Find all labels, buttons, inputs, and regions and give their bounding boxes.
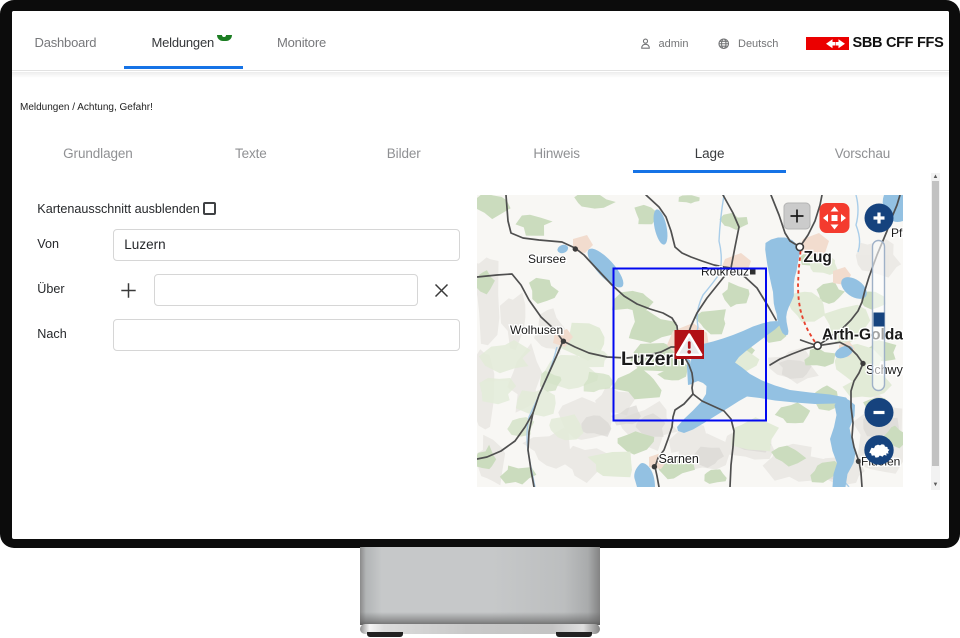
svg-text:Pfäffikon: Pfäffikon bbox=[891, 226, 903, 240]
svg-text:Rotkreuz: Rotkreuz bbox=[701, 265, 749, 279]
svg-text:Sarnen: Sarnen bbox=[659, 452, 699, 466]
svg-text:Zug: Zug bbox=[804, 249, 832, 266]
svg-text:Sursee: Sursee bbox=[528, 252, 566, 266]
svg-text:Wolhusen: Wolhusen bbox=[510, 323, 563, 337]
svg-text:Arth-Goldau: Arth-Goldau bbox=[822, 327, 903, 344]
